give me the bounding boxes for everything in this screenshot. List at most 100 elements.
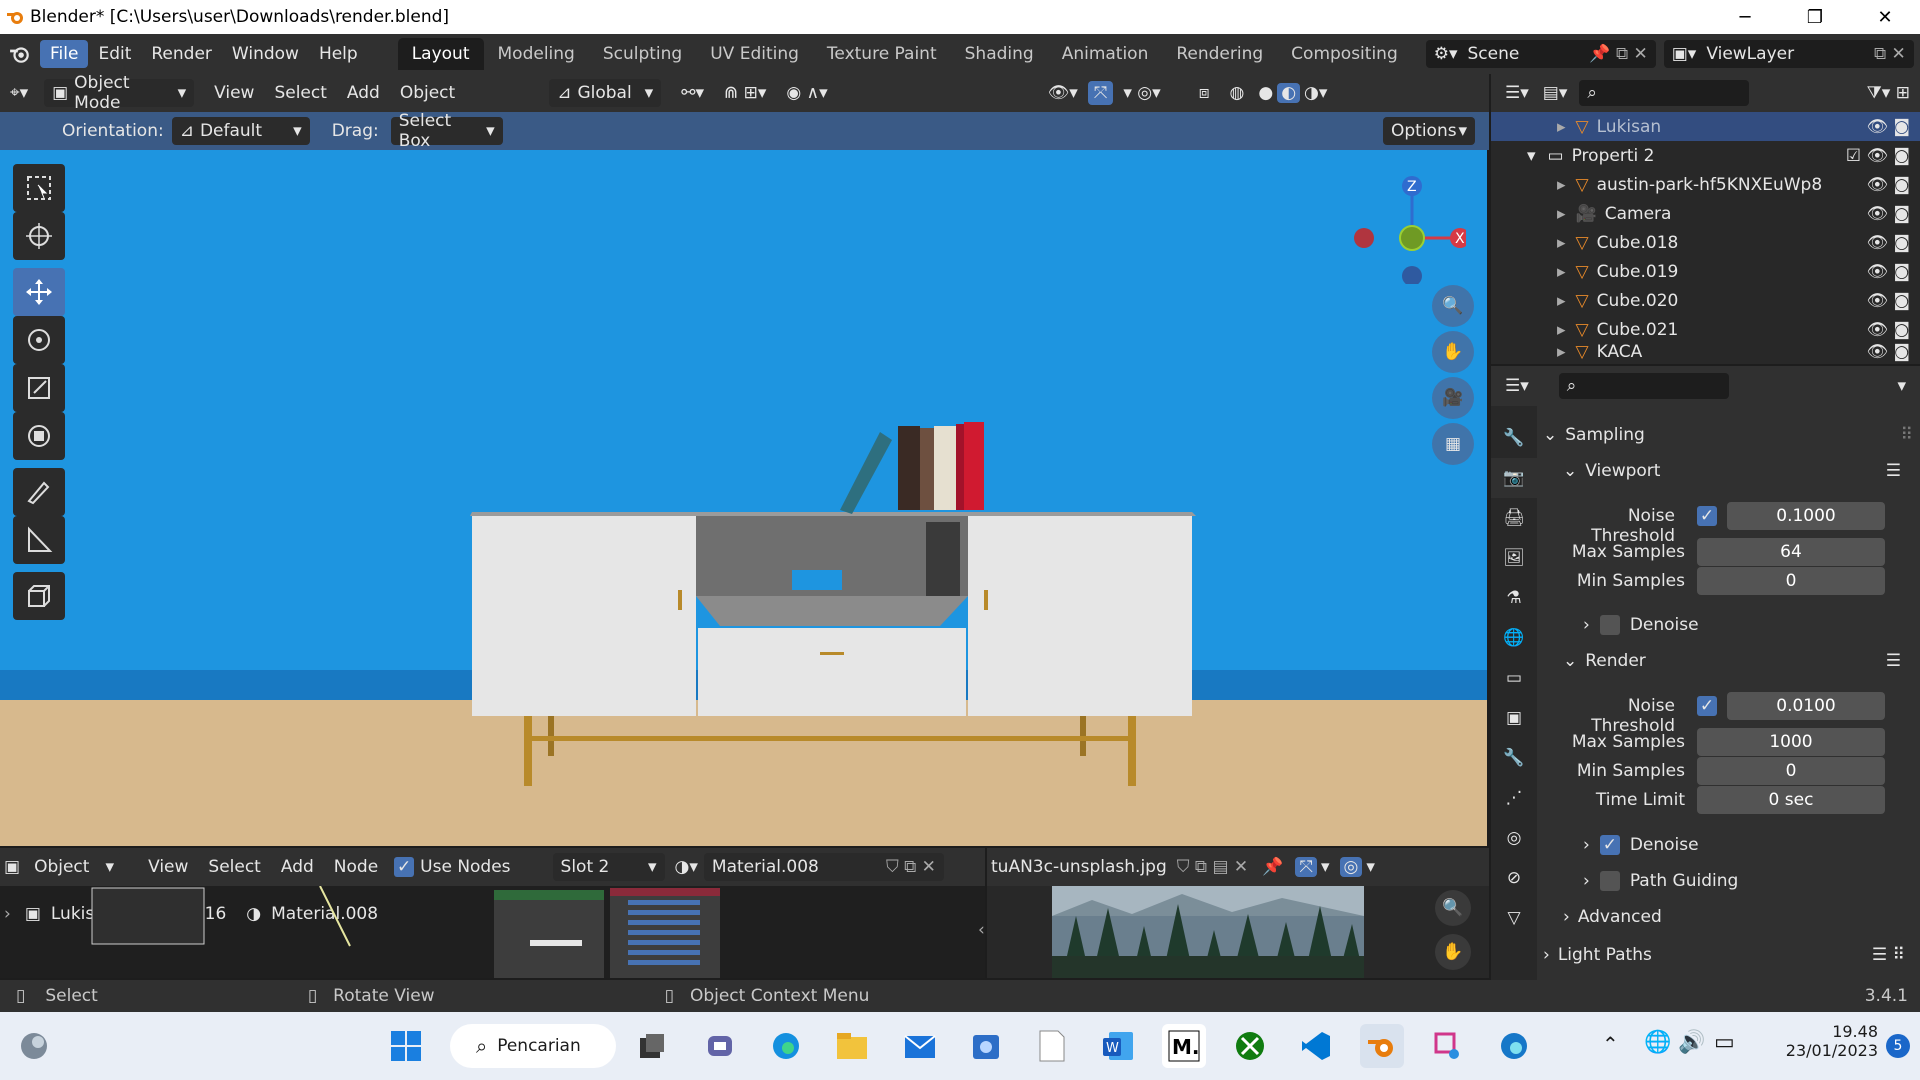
teams-chat-icon[interactable] <box>698 1024 742 1068</box>
light-paths-panel-header[interactable]: › Light Paths ☰ ⠿ <box>1543 938 1913 972</box>
3d-viewport[interactable]: Z X 🔍 ✋ 🎥 ▦ <box>0 150 1489 846</box>
edge-dev-icon[interactable] <box>1492 1024 1536 1068</box>
cursor-tool[interactable] <box>13 212 65 260</box>
menu-window[interactable]: Window <box>222 40 309 68</box>
editor-type-icon[interactable]: ⌖▾ <box>0 83 38 103</box>
visibility-eye-icon[interactable]: 👁 ◙ <box>1867 262 1910 282</box>
measure-tool[interactable] <box>13 516 65 564</box>
use-nodes-checkbox[interactable]: ✓ <box>394 857 415 877</box>
list-icon[interactable]: ☰ <box>1886 461 1901 481</box>
tool-tab-icon[interactable]: 🔧 <box>1491 418 1537 458</box>
medium-icon[interactable]: M. <box>1162 1024 1206 1068</box>
path-guiding-header[interactable]: › Path Guiding <box>1583 864 1913 898</box>
outliner-row-cube-020[interactable]: ▸ ▽ Cube.020 👁 ◙ <box>1491 286 1920 315</box>
menu-file[interactable]: File <box>40 40 89 68</box>
shading-wireframe-icon[interactable]: ◍ <box>1220 83 1255 103</box>
tab-shading[interactable]: Shading <box>951 38 1048 70</box>
outliner-row-kaca[interactable]: ▸ ▽ KACA 👁 ◙ <box>1491 339 1920 364</box>
image-editor-canvas[interactable]: 🔍 ✋ <box>987 886 1489 978</box>
drag-dropdown[interactable]: Select Box ▾ <box>390 111 503 151</box>
render-denoise-header[interactable]: › ✓ Denoise <box>1583 828 1913 862</box>
sampling-panel-header[interactable]: ⌄ Sampling ⠿ <box>1543 418 1913 452</box>
material-browse-icon[interactable]: ◑▾ <box>675 857 698 877</box>
blender-taskbar-icon[interactable] <box>1360 1024 1404 1068</box>
network-icon[interactable]: 🌐 <box>1644 1030 1671 1055</box>
gizmo-icon[interactable]: ⤧ <box>1295 857 1317 877</box>
visibility-eye-icon[interactable]: 👁 ◙ <box>1867 117 1910 137</box>
word-icon[interactable]: W <box>1096 1024 1140 1068</box>
chevron-down-icon[interactable]: ▾ <box>1366 857 1375 877</box>
expand-icon[interactable]: ▸ <box>1557 175 1566 195</box>
outliner-row-properti-2[interactable]: ▾ ▭ Properti 2 ☑ 👁 ◙ <box>1491 141 1920 170</box>
advanced-subpanel-header[interactable]: › Advanced <box>1563 900 1913 934</box>
transform-orientation-selector[interactable]: ⊿ Global ▾ <box>549 79 662 107</box>
material-selector[interactable]: Material.008 ⛉ ⧉ ✕ <box>703 853 944 881</box>
pin-icon[interactable]: 📌 <box>1262 857 1283 877</box>
output-tab-icon[interactable]: 🖨 <box>1491 498 1537 538</box>
physics-tab-icon[interactable]: ◎ <box>1491 818 1537 858</box>
select-menu[interactable]: Select <box>264 83 336 103</box>
edge-icon[interactable] <box>764 1024 808 1068</box>
tab-texture-paint[interactable]: Texture Paint <box>813 38 951 70</box>
volume-icon[interactable]: 🔊 <box>1678 1030 1705 1055</box>
expand-icon[interactable]: ▸ <box>1557 342 1566 362</box>
outliner-row-lukisan[interactable]: ▸ ▽ Lukisan 👁 ◙ <box>1491 112 1920 141</box>
viewport-subpanel-header[interactable]: ⌄ Viewport ☰ <box>1563 454 1913 488</box>
collapse-icon[interactable]: ▾ <box>1527 146 1536 166</box>
list-icon[interactable]: ☰ <box>1886 651 1901 671</box>
image-name[interactable]: tuAN3c-unsplash.jpg <box>991 857 1167 877</box>
snap-icon[interactable]: ⋒ ⊞▾ <box>714 83 776 103</box>
overlay-icon[interactable]: ◎ <box>1339 857 1363 877</box>
fake-user-icon[interactable]: ⛉ ⧉ ✕ <box>886 857 936 877</box>
chevron-down-icon[interactable]: ▾ <box>1321 857 1330 877</box>
node-editor-canvas[interactable]: › ▣ Lukisan ▽ Cube.016 ◑ Material.008 ‹› <box>0 886 985 978</box>
transform-tool[interactable] <box>13 412 65 460</box>
annotate-tool[interactable] <box>13 468 65 516</box>
viewport-denoise-header[interactable]: › Denoise <box>1583 608 1913 642</box>
pan-hand-icon[interactable]: ✋ <box>1432 331 1474 373</box>
node-select-menu[interactable]: Select <box>198 857 270 877</box>
render-noise-threshold-field[interactable]: 0.0100 <box>1727 692 1885 720</box>
chevron-down-icon[interactable]: ▾ <box>1897 376 1906 396</box>
tab-modeling[interactable]: Modeling <box>484 38 589 70</box>
mode-selector[interactable]: ▣ Object Mode ▾ <box>44 73 195 113</box>
blender-menu-icon[interactable] <box>0 43 40 65</box>
zoom-icon[interactable]: 🔍 <box>1432 285 1474 327</box>
xbox-icon[interactable] <box>1228 1024 1272 1068</box>
time-limit-field[interactable]: 0 sec <box>1697 786 1885 814</box>
node-menu[interactable]: Node <box>324 857 388 877</box>
properties-editor-icon[interactable]: ☰▾ <box>1505 376 1529 396</box>
visibility-eye-icon[interactable]: 👁 ◙ <box>1867 342 1910 362</box>
proportional-edit-icon[interactable]: ◉ ∧▾ <box>776 83 837 103</box>
outliner-row-austin-park[interactable]: ▸ ▽ austin-park-hf5KNXEuWp8 👁 ◙ <box>1491 170 1920 199</box>
duplicate-icon[interactable]: ⧉ ✕ <box>1874 44 1906 64</box>
ortho-grid-icon[interactable]: ▦ <box>1432 423 1474 465</box>
filter-icon[interactable]: ⧩▾ ⊞ <box>1867 83 1910 103</box>
viewport-max-samples-field[interactable]: 64 <box>1697 538 1885 566</box>
xray-icon[interactable]: ⧈ <box>1189 83 1220 103</box>
visibility-eye-icon[interactable]: 👁 ◙ <box>1867 233 1910 253</box>
properties-search-input[interactable]: ⌕ <box>1558 373 1729 399</box>
menu-render[interactable]: Render <box>141 40 222 68</box>
widgets-icon[interactable] <box>12 1024 56 1068</box>
viewport-noise-threshold-checkbox[interactable]: ✓ <box>1697 506 1717 526</box>
view-layer-tab-icon[interactable]: 🖼 <box>1491 538 1537 578</box>
viewport-min-samples-field[interactable]: 0 <box>1697 567 1885 595</box>
area-split-icon[interactable]: ‹› <box>978 920 985 940</box>
visibility-eye-icon[interactable]: 👁 ◙ <box>1867 175 1910 195</box>
file-explorer-icon[interactable] <box>830 1024 874 1068</box>
expand-icon[interactable]: ▸ <box>1557 117 1566 137</box>
drag-handle-icon[interactable]: ⠿ <box>1901 425 1913 445</box>
particles-tab-icon[interactable]: ⋰ <box>1491 778 1537 818</box>
taskbar-search[interactable]: ⌕ Pencarian <box>450 1024 616 1068</box>
visibility-icon[interactable]: 👁▾ <box>1038 83 1088 103</box>
battery-icon[interactable]: ▭ <box>1714 1030 1735 1055</box>
node-editor-type-icon[interactable]: ▣ <box>4 857 20 877</box>
display-mode-icon[interactable]: ▤▾ <box>1543 83 1568 103</box>
tab-sculpting[interactable]: Sculpting <box>589 38 696 70</box>
notepad-icon[interactable] <box>1030 1024 1074 1068</box>
store-icon[interactable] <box>964 1024 1008 1068</box>
render-denoise-checkbox[interactable]: ✓ <box>1599 835 1620 855</box>
expand-icon[interactable]: ▸ <box>1557 291 1566 311</box>
slot-dropdown[interactable]: Slot 2 ▾ <box>552 853 665 881</box>
